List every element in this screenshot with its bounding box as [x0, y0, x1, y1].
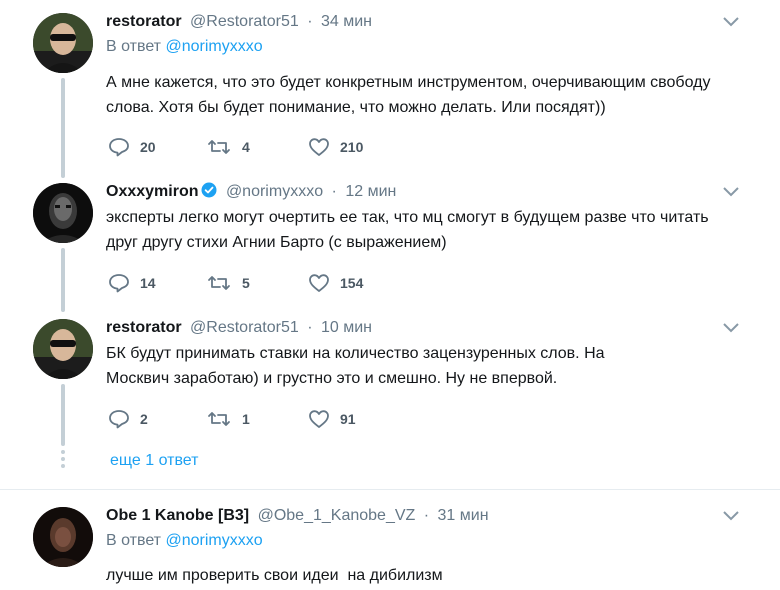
like-button[interactable]: 91 [308, 407, 356, 431]
avatar[interactable] [33, 319, 93, 379]
like-button[interactable]: 154 [308, 271, 363, 295]
tweet-2[interactable]: Oxxxymiron @norimyxxxo · 12 мин эксперты… [0, 166, 780, 316]
thread-line [61, 78, 65, 176]
like-count: 91 [340, 411, 356, 427]
retweet-button[interactable]: 4 [206, 135, 250, 159]
reply-icon [109, 274, 129, 293]
avatar[interactable] [33, 13, 93, 73]
timestamp[interactable]: 12 мин [345, 183, 396, 200]
avatar[interactable] [33, 507, 93, 567]
reply-context: В ответ @norimyxxxo [106, 530, 263, 552]
retweet-icon [208, 276, 230, 290]
heart-icon [309, 138, 329, 156]
reply-button[interactable]: 14 [108, 271, 156, 295]
heart-icon [309, 274, 329, 292]
author-handle[interactable]: @norimyxxxo [226, 183, 323, 200]
author-name[interactable]: Oxxxymiron [106, 183, 198, 200]
reply-prefix: В ответ [106, 38, 162, 55]
avatar[interactable] [33, 183, 93, 243]
tweet-header: restorator @Restorator51 · 34 мин [106, 10, 372, 34]
reply-prefix: В ответ [106, 532, 162, 549]
chevron-down-icon[interactable] [722, 186, 740, 198]
separator: · [331, 183, 337, 200]
timestamp[interactable]: 34 мин [321, 13, 372, 30]
thread-line [61, 166, 65, 178]
tweet-header: Obe 1 Kanobe [B3] @Obe_1_Kanobe_VZ · 31 … [106, 504, 489, 528]
tweet-text: БК будут принимать ставки на количество … [106, 345, 605, 387]
retweet-count: 4 [242, 139, 250, 155]
like-count: 210 [340, 139, 364, 155]
author-handle[interactable]: @Restorator51 [190, 13, 299, 30]
retweet-button[interactable]: 5 [206, 271, 250, 295]
separator: · [423, 507, 430, 524]
reply-count: 20 [140, 139, 156, 155]
thread-line [61, 384, 65, 446]
avatar-image [33, 507, 93, 567]
avatar-image [33, 183, 93, 243]
chevron-down-icon[interactable] [722, 510, 740, 522]
timestamp[interactable]: 10 мин [321, 319, 372, 336]
tweet-3[interactable]: restorator @Restorator51 · 10 мин БК буд… [0, 316, 780, 486]
reply-mention-link[interactable]: @norimyxxxo [165, 38, 262, 55]
tweet-text: лучше им проверить свои идеи на дибилизм [106, 567, 443, 584]
chevron-down-icon[interactable] [722, 322, 740, 334]
tweet-text: А мне кажется, что это будет конкретным … [106, 74, 711, 116]
tweet-4[interactable]: Obe 1 Kanobe [B3] @Obe_1_Kanobe_VZ · 31 … [0, 504, 780, 590]
thread-dots [61, 450, 65, 471]
reply-icon [109, 138, 129, 157]
reply-context: В ответ @norimyxxxo [106, 36, 263, 58]
tweet-text: эксперты легко могут очертить ее так, чт… [106, 209, 709, 251]
chevron-down-icon[interactable] [722, 16, 740, 28]
divider [0, 489, 780, 490]
reply-button[interactable]: 20 [108, 135, 156, 159]
verified-badge-icon [201, 182, 217, 198]
separator: · [307, 13, 313, 30]
retweet-count: 1 [242, 411, 250, 427]
avatar-image [33, 13, 93, 73]
author-name[interactable]: restorator [106, 319, 182, 336]
author-name[interactable]: restorator [106, 13, 182, 30]
like-button[interactable]: 210 [308, 135, 363, 159]
retweet-icon [208, 412, 230, 426]
author-handle[interactable]: @Obe_1_Kanobe_VZ [258, 507, 416, 524]
reply-button[interactable]: 2 [108, 407, 148, 431]
retweet-button[interactable]: 1 [206, 407, 250, 431]
author-name[interactable]: Obe 1 Kanobe [B3] [106, 507, 249, 524]
reply-icon [109, 410, 129, 429]
timestamp[interactable]: 31 мин [438, 507, 489, 524]
heart-icon [309, 410, 329, 428]
show-more-replies-link[interactable]: еще 1 ответ [110, 452, 198, 470]
author-handle[interactable]: @Restorator51 [190, 319, 299, 336]
tweet-header: restorator @Restorator51 · 10 мин [106, 316, 372, 340]
retweet-count: 5 [242, 275, 250, 291]
reply-count: 2 [140, 411, 148, 427]
retweet-icon [208, 140, 230, 154]
reply-count: 14 [140, 275, 156, 291]
reply-mention-link[interactable]: @norimyxxxo [165, 532, 262, 549]
tweet-1[interactable]: restorator @Restorator51 · 34 мин В отве… [0, 10, 780, 180]
avatar-image [33, 319, 93, 379]
tweet-header: Oxxxymiron @norimyxxxo · 12 мин [106, 180, 396, 204]
like-count: 154 [340, 275, 364, 291]
thread-line [61, 248, 65, 312]
separator: · [307, 319, 313, 336]
